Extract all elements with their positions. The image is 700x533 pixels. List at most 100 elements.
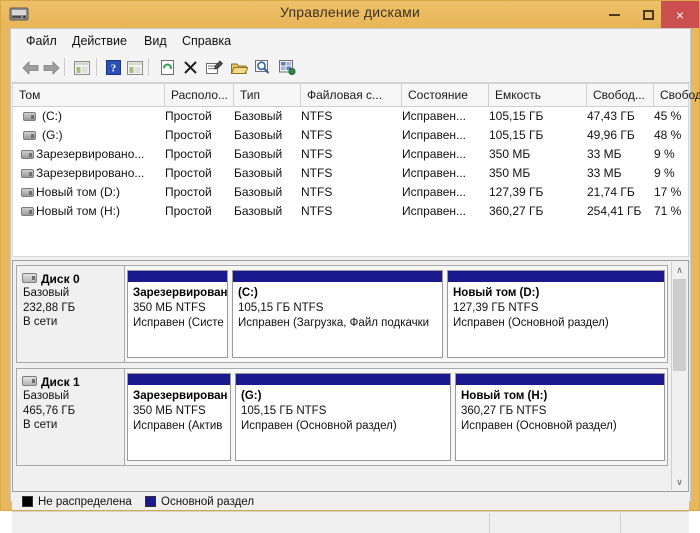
cell-status: Исправен... bbox=[402, 109, 467, 123]
delete-icon bbox=[183, 61, 197, 74]
partition-box[interactable]: (C:) 105,15 ГБ NTFS Исправен (Загрузка, … bbox=[232, 270, 443, 358]
cell-free-percent: 9 % bbox=[654, 166, 675, 180]
column-header-capacity[interactable]: Емкость bbox=[489, 84, 587, 106]
chevron-up-icon: ∧ bbox=[676, 264, 683, 275]
delete-button[interactable] bbox=[179, 57, 201, 78]
disk-icon bbox=[22, 376, 37, 386]
table-row[interactable]: Зарезервировано... Простой Базовый NTFS … bbox=[13, 164, 688, 183]
status-separator-1 bbox=[489, 513, 490, 533]
partition-color-bar bbox=[456, 374, 664, 385]
table-row[interactable]: Зарезервировано... Простой Базовый NTFS … bbox=[13, 145, 688, 164]
partition-box[interactable]: Новый том (D:) 127,39 ГБ NTFS Исправен (… bbox=[447, 270, 665, 358]
volume-icon bbox=[21, 150, 34, 159]
scrollbar-thumb[interactable] bbox=[673, 279, 686, 371]
table-row[interactable]: (G:) Простой Базовый NTFS Исправен... 10… bbox=[13, 126, 688, 145]
cell-free: 49,96 ГБ bbox=[587, 128, 635, 142]
cell-capacity: 127,39 ГБ bbox=[489, 185, 544, 199]
cell-volume: Новый том (H:) bbox=[36, 204, 120, 218]
scroll-up-button[interactable]: ∧ bbox=[672, 262, 687, 278]
cell-capacity: 350 МБ bbox=[489, 166, 531, 180]
cell-free: 33 МБ bbox=[587, 166, 622, 180]
toolbar-separator-2 bbox=[96, 58, 97, 76]
column-header-volume[interactable]: Том bbox=[13, 84, 165, 106]
partition-name: (C:) bbox=[238, 287, 258, 299]
partition-box[interactable]: Зарезервирован 350 МБ NTFS Исправен (Акт… bbox=[127, 373, 231, 461]
partition-state: Исправен (Основной раздел) bbox=[453, 317, 609, 329]
minimize-icon bbox=[608, 13, 620, 16]
disk-status: В сети bbox=[23, 419, 58, 431]
partition-box[interactable]: (G:) 105,15 ГБ NTFS Исправен (Основной р… bbox=[235, 373, 451, 461]
partition-size: 127,39 ГБ NTFS bbox=[453, 302, 539, 314]
rescan-disks-button[interactable] bbox=[252, 57, 274, 78]
cell-filesystem: NTFS bbox=[301, 128, 333, 142]
volume-icon bbox=[23, 131, 36, 140]
column-header-free[interactable]: Свобод... bbox=[587, 84, 654, 106]
partition-name: Новый том (D:) bbox=[453, 287, 540, 299]
volume-icon bbox=[21, 188, 34, 197]
all-tasks-button[interactable] bbox=[276, 57, 298, 78]
partition-state: Исправен (Систе bbox=[133, 317, 224, 329]
show-hide-console-tree-button[interactable] bbox=[71, 57, 93, 78]
show-hide-action-pane-button[interactable] bbox=[124, 57, 146, 78]
cell-free: 47,43 ГБ bbox=[587, 109, 635, 123]
window-title: Управление дисками bbox=[280, 4, 420, 20]
disk-size: 465,76 ГБ bbox=[23, 404, 76, 417]
partition-color-bar bbox=[128, 374, 230, 385]
column-header-free-percent[interactable]: Свободно % bbox=[654, 84, 700, 106]
column-header-layout[interactable]: Располо... bbox=[165, 84, 234, 106]
cell-free-percent: 48 % bbox=[654, 128, 682, 142]
table-row[interactable]: Новый том (D:) Простой Базовый NTFS Испр… bbox=[13, 183, 688, 202]
cell-type: Базовый bbox=[234, 147, 283, 161]
column-header-filesystem[interactable]: Файловая с... bbox=[301, 84, 402, 106]
partition-box[interactable]: Зарезервирован 350 МБ NTFS Исправен (Сис… bbox=[127, 270, 228, 358]
close-icon: × bbox=[675, 6, 685, 23]
maximize-button[interactable] bbox=[631, 1, 665, 28]
close-button[interactable]: × bbox=[661, 1, 699, 28]
all-tasks-icon bbox=[278, 60, 295, 75]
column-header-type[interactable]: Тип bbox=[234, 84, 301, 106]
menu-action[interactable]: Действие bbox=[67, 33, 132, 49]
scroll-down-button[interactable]: ∨ bbox=[672, 474, 687, 490]
help-button[interactable]: ? bbox=[102, 57, 124, 78]
volume-list[interactable]: Том Располо... Тип Файловая с... Состоян… bbox=[12, 83, 700, 257]
open-folder-icon bbox=[230, 63, 248, 74]
graphical-disk-view: Диск 0 Базовый 232,88 ГБ В сети Зарезерв… bbox=[12, 260, 689, 492]
legend-swatch-unallocated bbox=[22, 496, 33, 507]
open-button[interactable] bbox=[228, 57, 250, 78]
disk-info-0[interactable]: Диск 0 Базовый 232,88 ГБ В сети bbox=[17, 266, 125, 362]
cell-filesystem: NTFS bbox=[301, 109, 333, 123]
disk-row-1[interactable]: Диск 1 Базовый 465,76 ГБ В сети Зарезерв… bbox=[16, 368, 668, 466]
table-row[interactable]: (C:) Простой Базовый NTFS Исправен... 10… bbox=[13, 107, 688, 126]
disk-view-scrollbar[interactable]: ∧ ∨ bbox=[671, 262, 687, 490]
show-hide-action-pane-icon bbox=[127, 60, 143, 75]
partition-color-bar bbox=[236, 374, 450, 385]
cell-volume: (C:) bbox=[42, 109, 62, 123]
rescan-disks-icon bbox=[255, 60, 270, 74]
properties-button[interactable] bbox=[203, 57, 225, 78]
column-header-status[interactable]: Состояние bbox=[402, 84, 489, 106]
partition-size: 360,27 ГБ NTFS bbox=[461, 405, 547, 417]
cell-type: Базовый bbox=[234, 166, 283, 180]
forward-button[interactable] bbox=[40, 57, 62, 78]
cell-status: Исправен... bbox=[402, 128, 467, 142]
legend-swatch-primary bbox=[145, 496, 156, 507]
partition-state: Исправен (Загрузка, Файл подкачки bbox=[238, 317, 430, 329]
menu-help[interactable]: Справка bbox=[177, 33, 236, 49]
menu-view[interactable]: Вид bbox=[139, 33, 172, 49]
disk-management-window: Управление дисками × Файл Действие Вид С… bbox=[0, 0, 700, 533]
disk-row-0[interactable]: Диск 0 Базовый 232,88 ГБ В сети Зарезерв… bbox=[16, 265, 668, 363]
back-button[interactable] bbox=[19, 57, 41, 78]
cell-layout: Простой bbox=[165, 128, 212, 142]
disk-info-1[interactable]: Диск 1 Базовый 465,76 ГБ В сети bbox=[17, 369, 125, 465]
menu-file[interactable]: Файл bbox=[21, 33, 62, 49]
partition-box[interactable]: Новый том (H:) 360,27 ГБ NTFS Исправен (… bbox=[455, 373, 665, 461]
refresh-button[interactable] bbox=[156, 57, 178, 78]
cell-layout: Простой bbox=[165, 147, 212, 161]
cell-free-percent: 17 % bbox=[654, 185, 682, 199]
cell-type: Базовый bbox=[234, 109, 283, 123]
disk-type: Базовый bbox=[23, 287, 70, 299]
minimize-button[interactable] bbox=[597, 1, 631, 28]
table-row[interactable]: Новый том (H:) Простой Базовый NTFS Испр… bbox=[13, 202, 688, 221]
partition-strip-0: Зарезервирован 350 МБ NTFS Исправен (Сис… bbox=[127, 270, 665, 358]
refresh-icon bbox=[160, 60, 174, 75]
